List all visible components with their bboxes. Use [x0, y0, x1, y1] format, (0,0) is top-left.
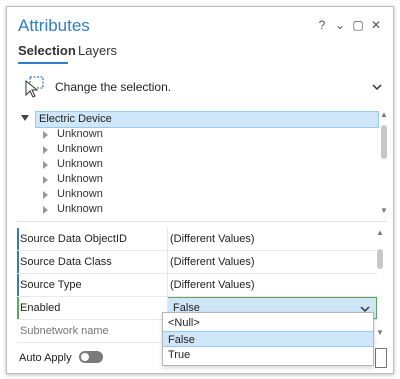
chevron-down-icon[interactable]	[371, 81, 383, 93]
pane-titlebar: Attributes ? ⌄ ▢ ✕	[7, 7, 393, 41]
expand-arrow-icon[interactable]	[43, 131, 48, 139]
attribute-row-source-data-objectid[interactable]: Source Data ObjectID (Different Values)	[17, 228, 377, 251]
apply-button[interactable]	[375, 348, 387, 368]
dropdown-option-true[interactable]: True	[163, 347, 373, 363]
expand-arrow-icon[interactable]	[43, 206, 48, 214]
close-icon[interactable]: ✕	[369, 18, 383, 32]
tree-item-label: Unknown	[57, 173, 103, 185]
active-tab-indicator	[18, 62, 68, 64]
tree-root-label: Electric Device	[39, 113, 112, 125]
change-selection-label: Change the selection.	[55, 80, 172, 94]
tree-item-label: Unknown	[57, 158, 103, 170]
tab-layers[interactable]: Layers	[78, 43, 117, 58]
grid-scrollbar[interactable]: ▲ ▼	[375, 229, 385, 345]
attribute-row-source-type[interactable]: Source Type (Different Values)	[17, 274, 377, 297]
tree-scrollbar[interactable]: ▲ ▼	[379, 111, 387, 217]
option-label: False	[168, 334, 195, 346]
tree-item-label: Unknown	[57, 188, 103, 200]
help-icon[interactable]: ?	[315, 18, 329, 32]
tab-selection[interactable]: Selection	[18, 43, 76, 58]
change-selection-bar[interactable]: Change the selection.	[17, 69, 387, 105]
select-cursor-icon	[25, 76, 44, 98]
attribute-value[interactable]: (Different Values)	[170, 256, 255, 268]
expand-arrow-icon[interactable]	[43, 146, 48, 154]
expand-arrow-icon[interactable]	[43, 176, 48, 184]
pane-title: Attributes	[18, 16, 90, 35]
row-indicator	[17, 251, 19, 273]
auto-apply-label: Auto Apply	[19, 352, 72, 364]
row-indicator	[17, 274, 19, 296]
tree-root-electric-device[interactable]: Electric Device	[35, 111, 379, 128]
attribute-value[interactable]: (Different Values)	[170, 279, 255, 291]
pane-menu-icon[interactable]: ⌄	[333, 18, 347, 32]
row-indicator	[17, 297, 19, 319]
option-label: True	[168, 349, 191, 361]
auto-apply-toggle[interactable]	[79, 351, 103, 363]
attribute-label: Source Type	[20, 279, 82, 291]
attribute-label: Enabled	[20, 302, 61, 314]
enabled-dropdown-list: <Null> False True	[162, 312, 374, 366]
collapse-arrow-icon[interactable]	[21, 115, 29, 121]
dropdown-option-null[interactable]: <Null>	[163, 315, 373, 331]
selection-tree: Electric Device Unknown Unknown Unknown …	[17, 109, 387, 219]
scroll-down-icon[interactable]: ▼	[379, 207, 387, 215]
toggle-knob	[81, 353, 89, 361]
attribute-label: Source Data Class	[20, 256, 112, 268]
tree-item-label: Unknown	[57, 203, 103, 215]
dropdown-option-false[interactable]: False	[163, 331, 373, 347]
scroll-up-icon[interactable]: ▲	[375, 229, 385, 237]
scroll-up-icon[interactable]: ▲	[379, 111, 387, 119]
scroll-down-icon[interactable]: ▼	[375, 329, 385, 337]
attribute-row-source-data-class[interactable]: Source Data Class (Different Values)	[17, 251, 377, 274]
option-label: <Null>	[168, 317, 200, 329]
tree-item-label: Unknown	[57, 128, 103, 140]
tree-scroll-thumb[interactable]	[381, 125, 387, 159]
pane-splitter[interactable]	[17, 221, 387, 222]
attribute-value[interactable]: (Different Values)	[170, 233, 255, 245]
row-indicator	[17, 228, 19, 250]
restore-icon[interactable]: ▢	[351, 18, 365, 32]
tree-item-label: Unknown	[57, 143, 103, 155]
expand-arrow-icon[interactable]	[43, 161, 48, 169]
attribute-label: Subnetwork name	[20, 325, 109, 337]
expand-arrow-icon[interactable]	[43, 191, 48, 199]
attribute-label: Source Data ObjectID	[20, 233, 127, 245]
grid-scroll-thumb[interactable]	[377, 249, 383, 269]
